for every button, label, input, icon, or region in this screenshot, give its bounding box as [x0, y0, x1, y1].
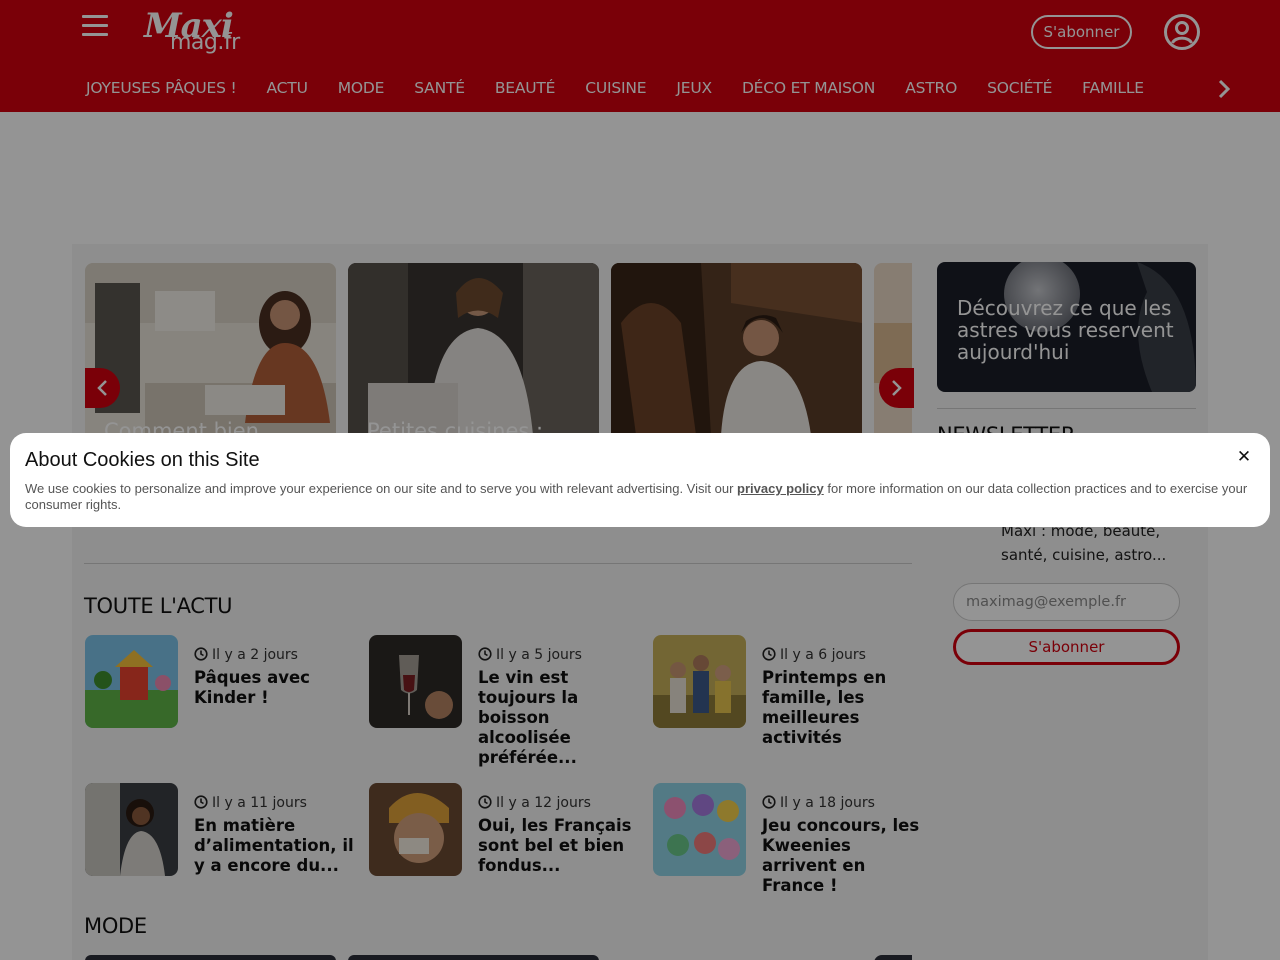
cookie-text-before: We use cookies to personalize and improv…	[25, 481, 738, 496]
close-icon[interactable]: ✕	[1234, 447, 1254, 469]
cookie-banner-title: About Cookies on this Site	[25, 449, 260, 471]
cookie-banner-text: We use cookies to personalize and improv…	[25, 481, 1260, 513]
cookie-banner: About Cookies on this Site We use cookie…	[10, 433, 1270, 527]
privacy-policy-link[interactable]: privacy policy	[737, 481, 824, 496]
